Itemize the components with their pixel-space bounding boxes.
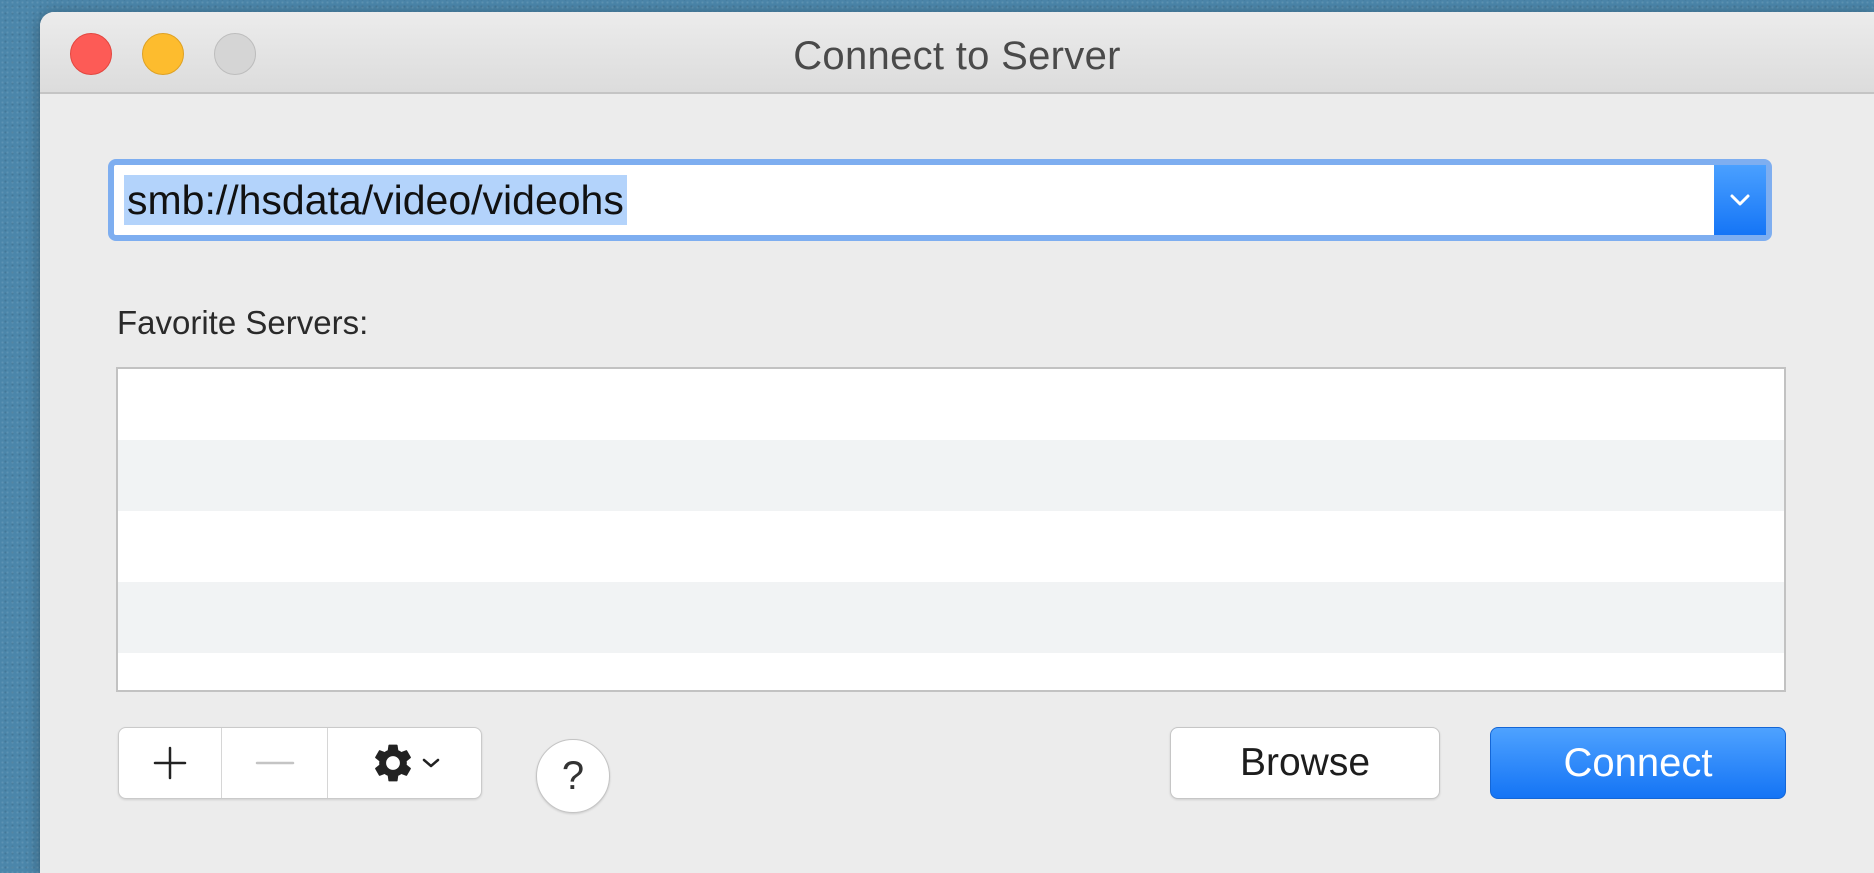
- browse-button[interactable]: Browse: [1170, 727, 1440, 799]
- favorite-servers-label: Favorite Servers:: [117, 304, 369, 341]
- list-row-empty: [118, 511, 1784, 582]
- list-row-empty: [118, 369, 1784, 440]
- list-row-empty: [118, 653, 1784, 690]
- list-row-empty: [118, 582, 1784, 653]
- recent-servers-dropdown-button[interactable]: [1714, 165, 1766, 235]
- favorites-action-menu-button[interactable]: [328, 728, 481, 798]
- plus-icon: [153, 746, 187, 780]
- favorite-servers-list[interactable]: [116, 367, 1786, 692]
- server-address-combobox[interactable]: smb://hsdata/video/videohs: [108, 159, 1772, 241]
- connect-to-server-window: Connect to Server smb://hsdata/video/vid…: [40, 12, 1874, 873]
- server-address-input[interactable]: smb://hsdata/video/videohs: [124, 175, 627, 225]
- gear-icon: [374, 744, 411, 782]
- minus-icon: [255, 761, 294, 765]
- list-row-empty: [118, 440, 1784, 511]
- window-title: Connect to Server: [793, 34, 1121, 78]
- title-bar[interactable]: Connect to Server: [40, 12, 1874, 94]
- remove-favorite-button[interactable]: [222, 728, 328, 798]
- connect-button[interactable]: Connect: [1490, 727, 1786, 799]
- add-favorite-button[interactable]: [119, 728, 222, 798]
- chevron-down-icon: [422, 758, 439, 768]
- help-button[interactable]: ?: [536, 739, 610, 813]
- chevron-down-icon: [1730, 194, 1750, 206]
- favorites-segmented-control: [118, 727, 482, 799]
